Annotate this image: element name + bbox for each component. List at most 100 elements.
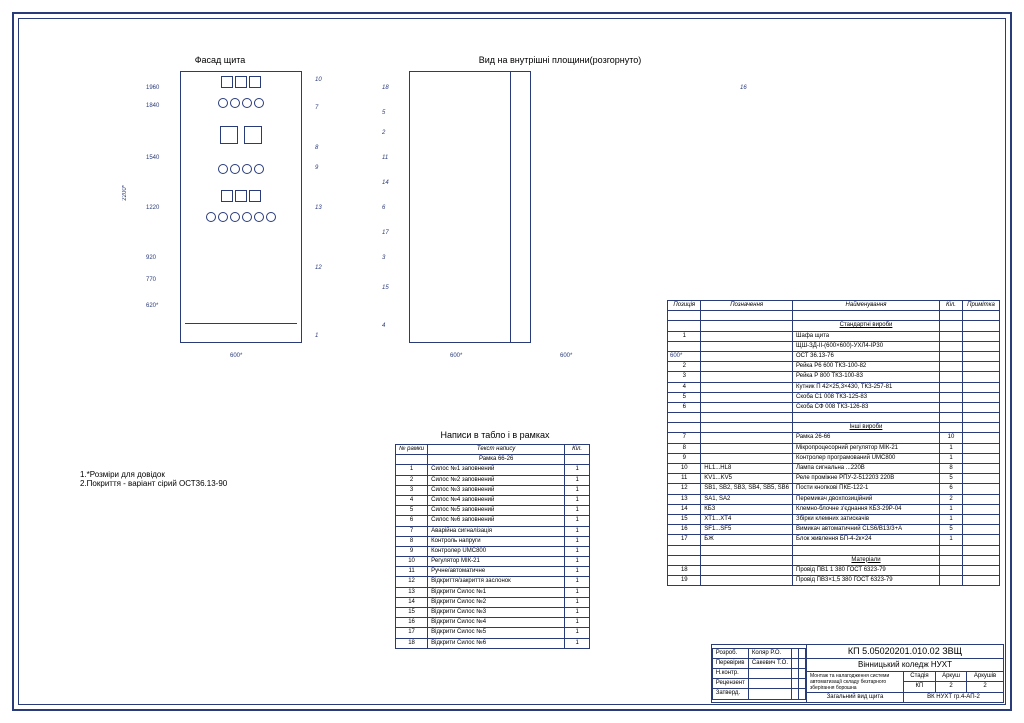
col-qty: Кіл. <box>940 301 963 311</box>
stage-h: Стадія <box>904 671 936 682</box>
leader: 18 <box>382 85 389 91</box>
org: Вінницький коледж НУХТ <box>807 659 1004 672</box>
dim: 770 <box>146 277 156 283</box>
dim-w: 600* <box>230 353 242 359</box>
table-row: 15Відкрити Силос №31 <box>396 608 590 618</box>
table-row: 11Ручне/автоматичне1 <box>396 567 590 577</box>
table-row: 3Рейка Р 800 ТКЗ-100-83 <box>668 372 1000 382</box>
role: Розроб. <box>712 648 748 658</box>
table-row: 16Відкрити Силос №41 <box>396 618 590 628</box>
role: Затверд. <box>712 689 748 699</box>
facade-title: Фасад щита <box>140 55 300 65</box>
labels-title: Написи в табло і в рамках <box>395 430 595 440</box>
table-row: 18Провід ПВ1 1 380 ГОСТ 6323-79 <box>668 565 1000 575</box>
sheets: 2 <box>967 682 1004 693</box>
table-row: 4Силос №4 заповнений1 <box>396 495 590 505</box>
facade-block: Фасад щита 1960 1840 1540 1220 920 770 6… <box>140 55 300 343</box>
project: Монтаж та налагодження системи автоматиз… <box>807 671 904 692</box>
stage: КП <box>904 682 936 693</box>
dim: 600* <box>450 353 462 359</box>
inner-view-block: Вид на внутрішні площини(розгорнуто) HL1… <box>380 55 740 71</box>
facade-panel <box>180 71 302 343</box>
role: Рецензент <box>712 679 748 689</box>
table-row: 10HL1...HL8Лампа сигнальна ...220В8 <box>668 464 1000 474</box>
dim: 1220 <box>146 205 159 211</box>
leader: 4 <box>382 323 385 329</box>
table-row: ОСТ 36.13-76 <box>668 351 1000 361</box>
table-row: 18Відкрити Силос №61 <box>396 638 590 648</box>
dim: 600* <box>560 353 572 359</box>
group: ВК НУХТ гр.4-АП-2 <box>904 692 1004 702</box>
dim: 620* <box>146 303 158 309</box>
table-row: ЩШ-ЗД-II-(600×600)-УХЛ4-ІР30 <box>668 341 1000 351</box>
leader: 10 <box>315 77 322 83</box>
notes: 1.*Розміри для довідок 2.Покриття - варі… <box>80 470 227 488</box>
table-row: 19Провід ПВ3×1,5 380 ГОСТ 6323-79 <box>668 576 1000 586</box>
table-row: 2Силос №2 заповнений1 <box>396 475 590 485</box>
table-row: 9Контролер UMС8001 <box>396 546 590 556</box>
col-k: Кіл. <box>565 445 590 455</box>
role: Н.контр. <box>712 669 748 679</box>
col-pos: Позиція <box>668 301 701 311</box>
sheets-h: Аркушів <box>967 671 1004 682</box>
table-row: 8Контроль напруги1 <box>396 536 590 546</box>
name: Коляр Р.О. <box>748 648 791 658</box>
group-row: Стандартні вироби <box>668 321 1000 331</box>
table-row: 12Відкриття/закриття заслонок1 <box>396 577 590 587</box>
table-row: 7Аварійна сигналізація1 <box>396 526 590 536</box>
dim: 1540 <box>146 155 159 161</box>
name: Сакевич Т.О. <box>748 658 791 668</box>
leader: 17 <box>382 230 389 236</box>
dim: 1960 <box>146 85 159 91</box>
table-row: 12SB1, SB2, SB3, SB4, SB5, SB6Пости кноп… <box>668 484 1000 494</box>
leader: 13 <box>315 205 322 211</box>
table-row: 6Скоба СФ 008 ТКЗ-126-83 <box>668 402 1000 412</box>
col-txt: Текст напису <box>428 445 565 455</box>
table-row: 5Силос №5 заповнений1 <box>396 506 590 516</box>
table-row: 17Відкрити Силос №51 <box>396 628 590 638</box>
table-row: 13Відкрити Силос №11 <box>396 587 590 597</box>
table-row: 9Контролер програмований UMС8001 <box>668 453 1000 463</box>
col-no: № рамки <box>396 445 428 455</box>
doc-name: Загальний вид щита <box>807 692 904 702</box>
table-row: 17БЖБлок живлення БП-4-2к×241 <box>668 535 1000 545</box>
table-row: 15ХТ1...ХТ4Збірки клемних затискачів1 <box>668 514 1000 524</box>
leader: 1 <box>315 333 318 339</box>
labels-subtitle: Рамка 66-26 <box>428 455 565 465</box>
sheet: 2 <box>935 682 966 693</box>
inner-title: Вид на внутрішні площини(розгорнуто) <box>380 55 740 65</box>
group-row: Інші вироби <box>668 423 1000 433</box>
labels-block: Написи в табло і в рамках № рамки Текст … <box>395 430 595 649</box>
sheet-h: Аркуш <box>935 671 966 682</box>
group-row: Матеріали <box>668 555 1000 565</box>
panel-r <box>409 71 511 343</box>
table-row: 6Силос №6 заповнений1 <box>396 516 590 526</box>
col-des: Позначення <box>701 301 793 311</box>
leader: 6 <box>382 205 385 211</box>
col-name: Найменування <box>793 301 940 311</box>
leader: 5 <box>382 110 385 116</box>
dim: 1840 <box>146 103 159 109</box>
role: Перевірив <box>712 658 748 668</box>
table-row: 7Рамка 26-6610 <box>668 433 1000 443</box>
note-2: 2.Покриття - варіант сірий ОСТ36.13-90 <box>80 479 227 488</box>
note-1: 1.*Розміри для довідок <box>80 470 227 479</box>
dim: 920 <box>146 255 156 261</box>
leader: 12 <box>315 265 322 271</box>
dim-h: 2200* <box>122 185 128 201</box>
table-row: 5Скоба С1 008 ТКЗ-125-83 <box>668 392 1000 402</box>
table-row: 2Рейка Р6 600 ТКЗ-100-82 <box>668 362 1000 372</box>
leader: 16 <box>740 85 747 91</box>
table-row: 16SF1...SF5Вимикач автоматичний CLS6/В13… <box>668 525 1000 535</box>
table-row: 10Регулятор МІК-211 <box>396 557 590 567</box>
spec-block: Позиція Позначення Найменування Кіл. При… <box>667 300 1000 586</box>
table-row: 3Силос №3 заповнений1 <box>396 485 590 495</box>
leader: 9 <box>315 165 318 171</box>
spec-table: Позиція Позначення Найменування Кіл. При… <box>667 300 1000 586</box>
table-row: 1Силос №1 заповнений1 <box>396 465 590 475</box>
title-block: Розроб.Коляр Р.О. ПеревіривСакевич Т.О. … <box>711 644 1004 703</box>
drawing-sheet: Фасад щита 1960 1840 1540 1220 920 770 6… <box>0 0 1024 723</box>
table-row: 4Кутник П 42×25,3×430, ТКЗ-257-81 <box>668 382 1000 392</box>
title-block-table: Розроб.Коляр Р.О. ПеревіривСакевич Т.О. … <box>711 644 1004 703</box>
table-row: 14КБЗКлемно-блочне з'єднання КБЗ-29Р-041 <box>668 504 1000 514</box>
